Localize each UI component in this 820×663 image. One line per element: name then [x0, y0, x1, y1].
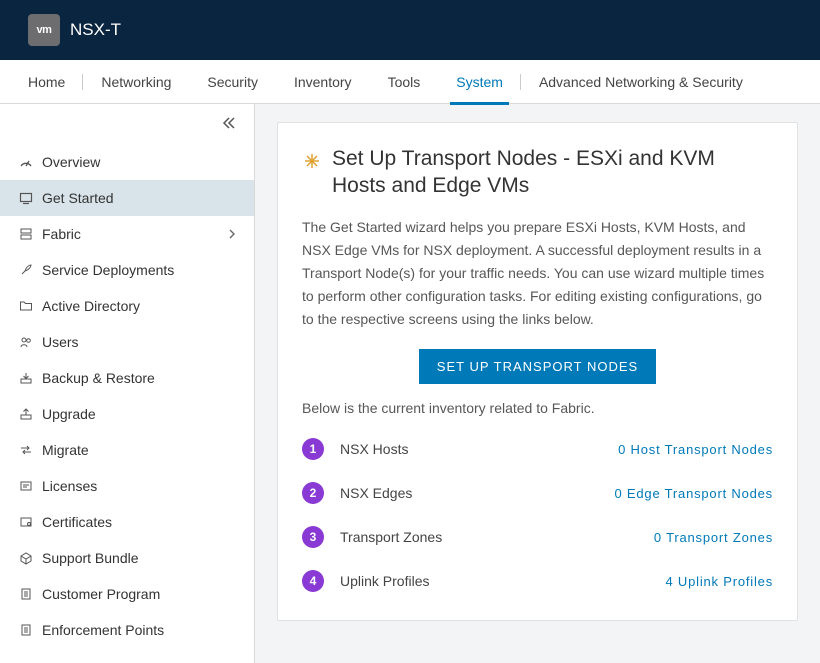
- get-started-card: Set Up Transport Nodes - ESXi and KVM Ho…: [277, 122, 798, 621]
- inventory-label: NSX Edges: [340, 485, 480, 501]
- upgrade-icon: [16, 407, 36, 421]
- folder-icon: [16, 299, 36, 313]
- inventory-label: Uplink Profiles: [340, 573, 480, 589]
- step-number: 3: [302, 526, 324, 548]
- sidebar-item-label: Customer Program: [42, 586, 160, 602]
- tab-system[interactable]: System: [438, 60, 521, 104]
- tab-advanced-networking-security[interactable]: Advanced Networking & Security: [521, 60, 761, 104]
- backup-icon: [16, 371, 36, 385]
- inventory-intro-text: Below is the current inventory related t…: [302, 400, 773, 416]
- chevron-right-icon: [228, 226, 236, 242]
- sidebar-item-label: Migrate: [42, 442, 89, 458]
- sidebar-item-users[interactable]: Users: [0, 324, 254, 360]
- sidebar-item-enforcement-points[interactable]: Enforcement Points: [0, 612, 254, 648]
- sidebar-item-customer-program[interactable]: Customer Program: [0, 576, 254, 612]
- sidebar-item-label: Users: [42, 334, 79, 350]
- uplink-profiles-link[interactable]: 4 Uplink Profiles: [665, 574, 773, 589]
- sidebar-item-support-bundle[interactable]: Support Bundle: [0, 540, 254, 576]
- collapse-sidebar-icon[interactable]: [222, 116, 236, 133]
- main-tabbar: Home Networking Security Inventory Tools…: [0, 60, 820, 104]
- sidebar-item-label: Fabric: [42, 226, 81, 242]
- tab-tools[interactable]: Tools: [370, 60, 439, 104]
- transport-zones-link[interactable]: 0 Transport Zones: [654, 530, 773, 545]
- sidebar-item-licenses[interactable]: Licenses: [0, 468, 254, 504]
- sidebar: Overview Get Started Fabric Service Depl…: [0, 104, 255, 663]
- package-icon: [16, 551, 36, 565]
- sidebar-item-backup-restore[interactable]: Backup & Restore: [0, 360, 254, 396]
- gauge-icon: [16, 155, 36, 169]
- sidebar-item-upgrade[interactable]: Upgrade: [0, 396, 254, 432]
- sidebar-item-label: Backup & Restore: [42, 370, 155, 386]
- page-title: Set Up Transport Nodes - ESXi and KVM Ho…: [332, 145, 773, 200]
- sidebar-item-active-directory[interactable]: Active Directory: [0, 288, 254, 324]
- inventory-label: NSX Hosts: [340, 441, 480, 457]
- inventory-label: Transport Zones: [340, 529, 480, 545]
- host-transport-nodes-link[interactable]: 0 Host Transport Nodes: [618, 442, 773, 457]
- sidebar-item-label: Service Deployments: [42, 262, 174, 278]
- app-title: NSX-T: [70, 20, 121, 40]
- certificate-icon: [16, 515, 36, 529]
- inventory-row-transport-zones: 3 Transport Zones 0 Transport Zones: [302, 526, 773, 548]
- sidebar-item-label: Licenses: [42, 478, 97, 494]
- sidebar-item-label: Active Directory: [42, 298, 140, 314]
- document-icon: [16, 587, 36, 601]
- vmware-logo: vm: [28, 14, 60, 46]
- server-icon: [16, 227, 36, 241]
- sidebar-item-migrate[interactable]: Migrate: [0, 432, 254, 468]
- inventory-row-uplink-profiles: 4 Uplink Profiles 4 Uplink Profiles: [302, 570, 773, 592]
- step-number: 2: [302, 482, 324, 504]
- sidebar-item-certificates[interactable]: Certificates: [0, 504, 254, 540]
- page-description: The Get Started wizard helps you prepare…: [302, 216, 773, 331]
- tab-home[interactable]: Home: [10, 60, 83, 104]
- step-number: 4: [302, 570, 324, 592]
- sidebar-item-label: Overview: [42, 154, 100, 170]
- app-header: vm NSX-T: [0, 0, 820, 60]
- inventory-row-nsx-edges: 2 NSX Edges 0 Edge Transport Nodes: [302, 482, 773, 504]
- rocket-icon: [16, 263, 36, 277]
- tab-inventory[interactable]: Inventory: [276, 60, 370, 104]
- users-icon: [16, 335, 36, 349]
- main-content: Set Up Transport Nodes - ESXi and KVM Ho…: [255, 104, 820, 663]
- monitor-icon: [16, 191, 36, 205]
- document-icon: [16, 623, 36, 637]
- migrate-icon: [16, 443, 36, 457]
- logo-text: vm: [37, 24, 52, 36]
- set-up-transport-nodes-button[interactable]: SET UP TRANSPORT NODES: [419, 349, 656, 384]
- sidebar-item-label: Support Bundle: [42, 550, 139, 566]
- sidebar-item-overview[interactable]: Overview: [0, 144, 254, 180]
- sidebar-item-label: Certificates: [42, 514, 112, 530]
- inventory-row-nsx-hosts: 1 NSX Hosts 0 Host Transport Nodes: [302, 438, 773, 460]
- license-icon: [16, 479, 36, 493]
- sidebar-item-get-started[interactable]: Get Started: [0, 180, 254, 216]
- sidebar-item-label: Upgrade: [42, 406, 96, 422]
- transport-nodes-icon: [302, 151, 322, 171]
- tab-security[interactable]: Security: [189, 60, 276, 104]
- sidebar-item-fabric[interactable]: Fabric: [0, 216, 254, 252]
- step-number: 1: [302, 438, 324, 460]
- sidebar-item-label: Enforcement Points: [42, 622, 164, 638]
- edge-transport-nodes-link[interactable]: 0 Edge Transport Nodes: [614, 486, 773, 501]
- sidebar-item-service-deployments[interactable]: Service Deployments: [0, 252, 254, 288]
- tab-networking[interactable]: Networking: [83, 60, 189, 104]
- sidebar-item-label: Get Started: [42, 190, 114, 206]
